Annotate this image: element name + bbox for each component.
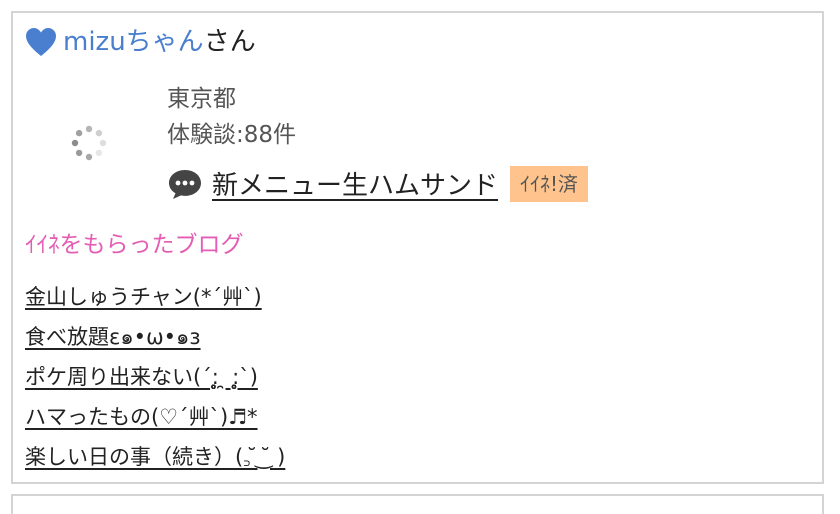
list-item: 食べ放題ε๑•ω•๑з [25,317,285,357]
profile-info: 東京都 体験談:88件 [167,81,296,153]
blog-link[interactable]: 金山しゅうチャン(*´艸`) [25,285,262,309]
list-item: ポケ周り出来ない(´:̥̥̥̥̥̥̥̥ ̯ :̥̥̥̥̥̥̥̥`) [25,357,285,397]
blog-link[interactable]: 楽しい日の事（続き）(꜆ ̆ ͜ ̆ ) [25,445,285,469]
speech-bubble-icon [169,169,201,199]
latest-post-row: 新メニュー生ハムサンド ｲｲﾈ!済 [167,165,589,202]
list-item: 楽しい日の事（続き）(꜆ ̆ ͜ ̆ ) [25,437,285,477]
experience-count-text: 体験談:88件 [167,122,297,148]
blog-link[interactable]: ハマったもの(♡´艸`)♬* [25,405,258,429]
honorific-suffix: さん [203,27,256,57]
list-item: ハマったもの(♡´艸`)♬* [25,397,285,437]
blog-link[interactable]: ポケ周り出来ない(´:̥̥̥̥̥̥̥̥ ̯ :̥̥̥̥̥̥̥̥`) [25,365,258,389]
blog-link[interactable]: 食べ放題ε๑•ω•๑з [25,325,201,349]
location-text: 東京都 [167,86,236,112]
liked-blogs-heading: ｲｲﾈをもらったブログ [25,232,244,258]
iine-done-badge: ｲｲﾈ!済 [510,165,589,202]
username-link[interactable]: mizuちゃん [63,25,204,59]
list-item: 金山しゅうチャン(*´艸`) [25,277,285,317]
heart-icon [26,28,56,56]
latest-post-link[interactable]: 新メニュー生ハムサンド [212,165,498,202]
liked-blogs-list: 金山しゅうチャン(*´艸`) 食べ放題ε๑•ω•๑з ポケ周り出来ない(´:̥̥… [25,277,285,477]
user-card: mizuちゃん さん 東京都 体験談:88件 新メニュー生ハムサンド ｲｲﾈ!済… [11,11,824,484]
loading-spinner-icon [71,125,107,161]
next-card-edge [11,494,824,514]
user-header: mizuちゃん さん [25,25,256,59]
